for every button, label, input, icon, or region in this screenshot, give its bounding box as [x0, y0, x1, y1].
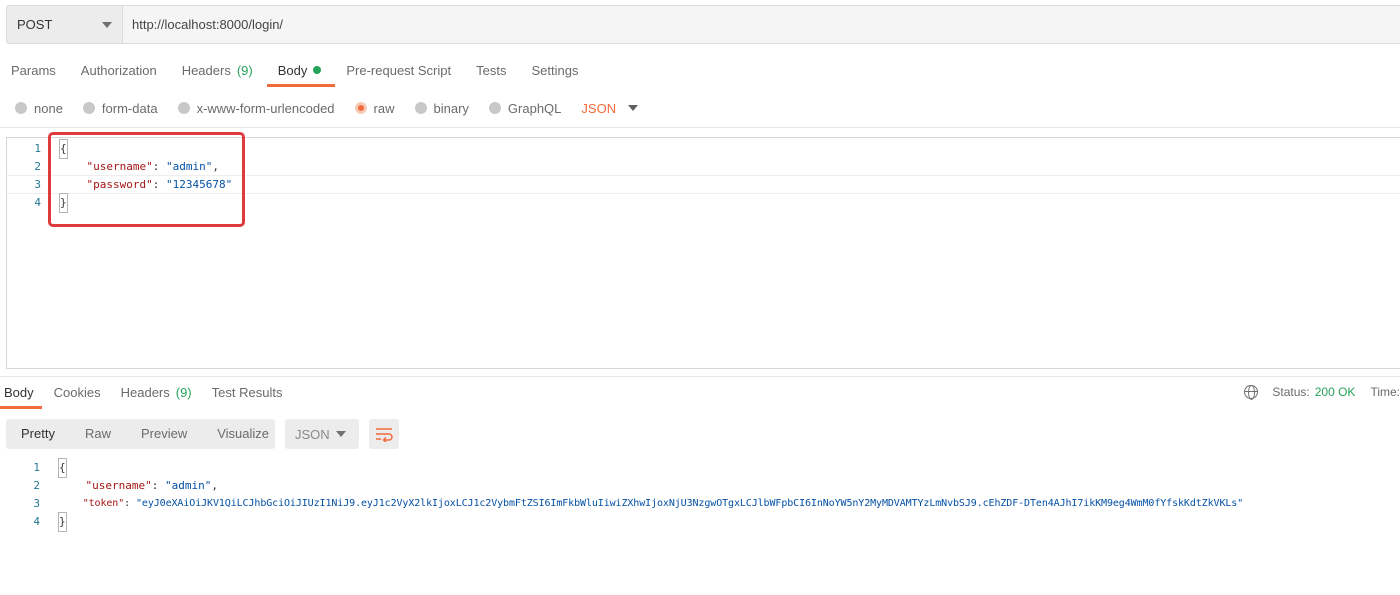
tab-params[interactable]: Params: [0, 56, 70, 87]
radio-button-icon: [177, 102, 190, 114]
response-divider: [0, 376, 1400, 377]
wrap-lines-button[interactable]: [369, 419, 399, 449]
chevron-down-icon: [336, 431, 346, 437]
chevron-down-icon: [102, 21, 112, 28]
response-format-select[interactable]: JSON: [285, 419, 359, 449]
method-select[interactable]: POST: [6, 5, 122, 44]
open-brace: {: [58, 458, 67, 478]
radio-x-www-form-urlencoded[interactable]: x-www-form-urlencoded: [177, 101, 335, 116]
response-tab-test-results[interactable]: Test Results: [208, 378, 291, 409]
url-value: http://localhost:8000/login/: [132, 17, 284, 32]
code-line: 3 "token": "eyJ0eXAiOiJKV1QiLCJhbGciOiJI…: [6, 495, 1400, 513]
code-line-current: 3 "password": "12345678": [7, 175, 1400, 194]
json-value: "admin": [165, 160, 213, 173]
line-number: 4: [33, 515, 40, 528]
json-value: "12345678": [165, 178, 233, 191]
view-raw-button[interactable]: Raw: [70, 419, 126, 449]
body-format-label: JSON: [581, 100, 617, 116]
json-key: "username": [85, 479, 152, 492]
url-input[interactable]: http://localhost:8000/login/: [122, 5, 1400, 44]
json-key: "password": [86, 178, 153, 191]
response-view-modes: Pretty Raw Preview Visualize: [6, 419, 275, 449]
code-line: 2 "username": "admin",: [7, 158, 1400, 176]
json-value: "eyJ0eXAiOiJKV1QiLCJhbGciOiJIUzI1NiJ9.ey…: [135, 498, 1244, 509]
radio-graphql[interactable]: GraphQL: [488, 101, 561, 116]
tab-headers[interactable]: Headers (9): [171, 56, 267, 87]
view-visualize-button[interactable]: Visualize: [202, 419, 284, 449]
radio-button-icon: [488, 102, 501, 114]
line-number: 1: [34, 142, 41, 155]
tab-authorization[interactable]: Authorization: [70, 56, 171, 87]
status-value[interactable]: 200 OK: [1315, 385, 1356, 399]
response-tab-body[interactable]: Body: [0, 378, 42, 409]
code-line: 1 {: [6, 458, 1400, 478]
line-number: 2: [33, 479, 40, 492]
response-headers-count: (9): [175, 385, 192, 400]
code-line: 2 "username": "admin",: [6, 477, 1400, 495]
chevron-down-icon: [628, 105, 639, 111]
request-body-editor[interactable]: 1 { 2 "username": "admin", 3 "password":…: [6, 137, 1400, 369]
response-tabs: Body Cookies Headers (9) Test Results: [0, 378, 298, 409]
radio-binary[interactable]: binary: [414, 101, 469, 116]
response-tab-headers[interactable]: Headers (9): [117, 378, 200, 409]
tab-pre-request-script[interactable]: Pre-request Script: [335, 56, 465, 87]
open-brace: {: [59, 139, 68, 159]
response-tab-cookies[interactable]: Cookies: [50, 378, 109, 409]
close-brace: }: [58, 512, 67, 532]
radio-form-data[interactable]: form-data: [82, 101, 158, 116]
body-format-select[interactable]: JSON: [581, 100, 639, 116]
radio-button-icon: [82, 102, 95, 114]
view-pretty-button[interactable]: Pretty: [6, 419, 70, 449]
json-key: "token": [82, 498, 125, 509]
radio-button-checked-icon: [354, 102, 367, 114]
line-number: 4: [34, 196, 41, 209]
globe-icon[interactable]: [1244, 385, 1259, 400]
request-url-bar: POST http://localhost:8000/login/: [6, 5, 1400, 44]
status-label: Status:: [1272, 385, 1310, 399]
line-number: 3: [33, 497, 40, 510]
body-indicator-dot: [313, 66, 322, 74]
line-number: 2: [34, 160, 41, 173]
line-number: 3: [34, 178, 41, 191]
json-value: "admin": [164, 479, 212, 492]
body-type-options: none form-data x-www-form-urlencoded raw…: [15, 98, 639, 118]
close-brace: }: [59, 193, 68, 213]
radio-raw[interactable]: raw: [354, 101, 395, 116]
line-number: 1: [33, 461, 40, 474]
method-label: POST: [17, 17, 53, 32]
request-tabs: Params Authorization Headers (9) Body Pre…: [0, 56, 592, 87]
tab-body[interactable]: Body: [266, 56, 336, 87]
code-line: 4 }: [7, 193, 1400, 213]
radio-button-icon: [15, 102, 27, 114]
response-status: Status: 200 OK Time:: [1244, 385, 1400, 400]
tab-settings[interactable]: Settings: [520, 56, 592, 87]
response-body-viewer[interactable]: 1 { 2 "username": "admin", 3 "token": "e…: [6, 458, 1400, 538]
tab-tests[interactable]: Tests: [465, 56, 520, 87]
view-preview-button[interactable]: Preview: [126, 419, 202, 449]
code-line: 4 }: [6, 512, 1400, 532]
code-line: 1 {: [7, 139, 1400, 159]
radio-button-icon: [414, 102, 427, 114]
time-label: Time:: [1370, 385, 1400, 399]
radio-none[interactable]: none: [15, 101, 63, 116]
wrap-lines-icon: [376, 428, 393, 442]
divider: [0, 127, 1400, 128]
response-format-label: JSON: [295, 426, 330, 442]
headers-count: (9): [236, 63, 253, 78]
json-key: "username": [86, 160, 153, 173]
